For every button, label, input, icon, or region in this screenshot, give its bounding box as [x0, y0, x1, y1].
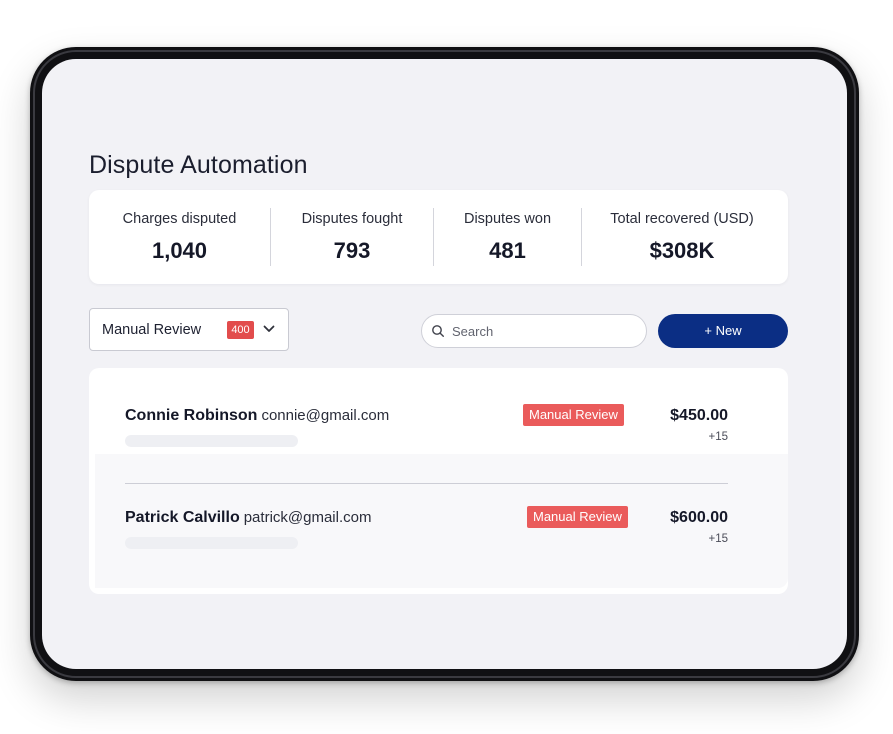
customer-name: Connie Robinson connie@gmail.com [125, 407, 389, 425]
stat-total-recovered: Total recovered (USD) $308K [582, 190, 782, 284]
disputes-list: Connie Robinson connie@gmail.com Manual R… [89, 368, 788, 594]
stats-card: Charges disputed 1,040 Disputes fought 7… [89, 190, 788, 284]
status-filter-dropdown[interactable]: Manual Review 400 [89, 308, 289, 351]
status-badge: Manual Review [527, 506, 628, 528]
filter-selected-label: Manual Review [102, 322, 202, 338]
tablet-frame: Dispute Automation Charges disputed 1,04… [30, 47, 859, 681]
stat-label: Charges disputed [122, 211, 237, 227]
skeleton-placeholder [125, 435, 298, 447]
customer-name: Patrick Calvillo patrick@gmail.com [125, 509, 371, 527]
stat-label: Disputes fought [301, 211, 403, 227]
extra-count: +15 [708, 431, 728, 443]
extra-count: +15 [708, 533, 728, 545]
dispute-amount: $450.00 [670, 407, 728, 424]
dispute-amount: $600.00 [670, 509, 728, 526]
stat-disputes-won: Disputes won 481 [434, 190, 581, 284]
stat-value: 1,040 [151, 238, 208, 263]
dispute-row[interactable]: Connie Robinson connie@gmail.com Manual R… [89, 368, 788, 468]
customer-name-text: Connie Robinson [125, 407, 258, 424]
stat-label: Disputes won [463, 211, 552, 227]
stat-disputes-fought: Disputes fought 793 [271, 190, 433, 284]
customer-name-text: Patrick Calvillo [125, 509, 240, 526]
search-box[interactable] [421, 314, 647, 348]
skeleton-placeholder [125, 537, 298, 549]
stat-label: Total recovered (USD) [610, 211, 754, 227]
status-badge: Manual Review [523, 404, 624, 426]
dispute-row[interactable]: Patrick Calvillo patrick@gmail.com Manual… [89, 470, 788, 570]
search-input[interactable] [452, 323, 637, 340]
tablet-screen: Dispute Automation Charges disputed 1,04… [42, 59, 847, 669]
stat-value: 481 [489, 238, 526, 263]
chevron-down-icon [263, 325, 275, 332]
customer-email: connie@gmail.com [261, 407, 390, 424]
customer-email: patrick@gmail.com [243, 509, 372, 526]
stat-value: $308K [649, 238, 715, 263]
stat-value: 793 [333, 238, 371, 263]
stat-charges-disputed: Charges disputed 1,040 [89, 190, 270, 284]
new-dispute-button[interactable]: + New [658, 314, 788, 348]
page-title: Dispute Automation [89, 151, 308, 179]
search-icon [432, 325, 445, 338]
filter-count-badge: 400 [227, 321, 254, 339]
